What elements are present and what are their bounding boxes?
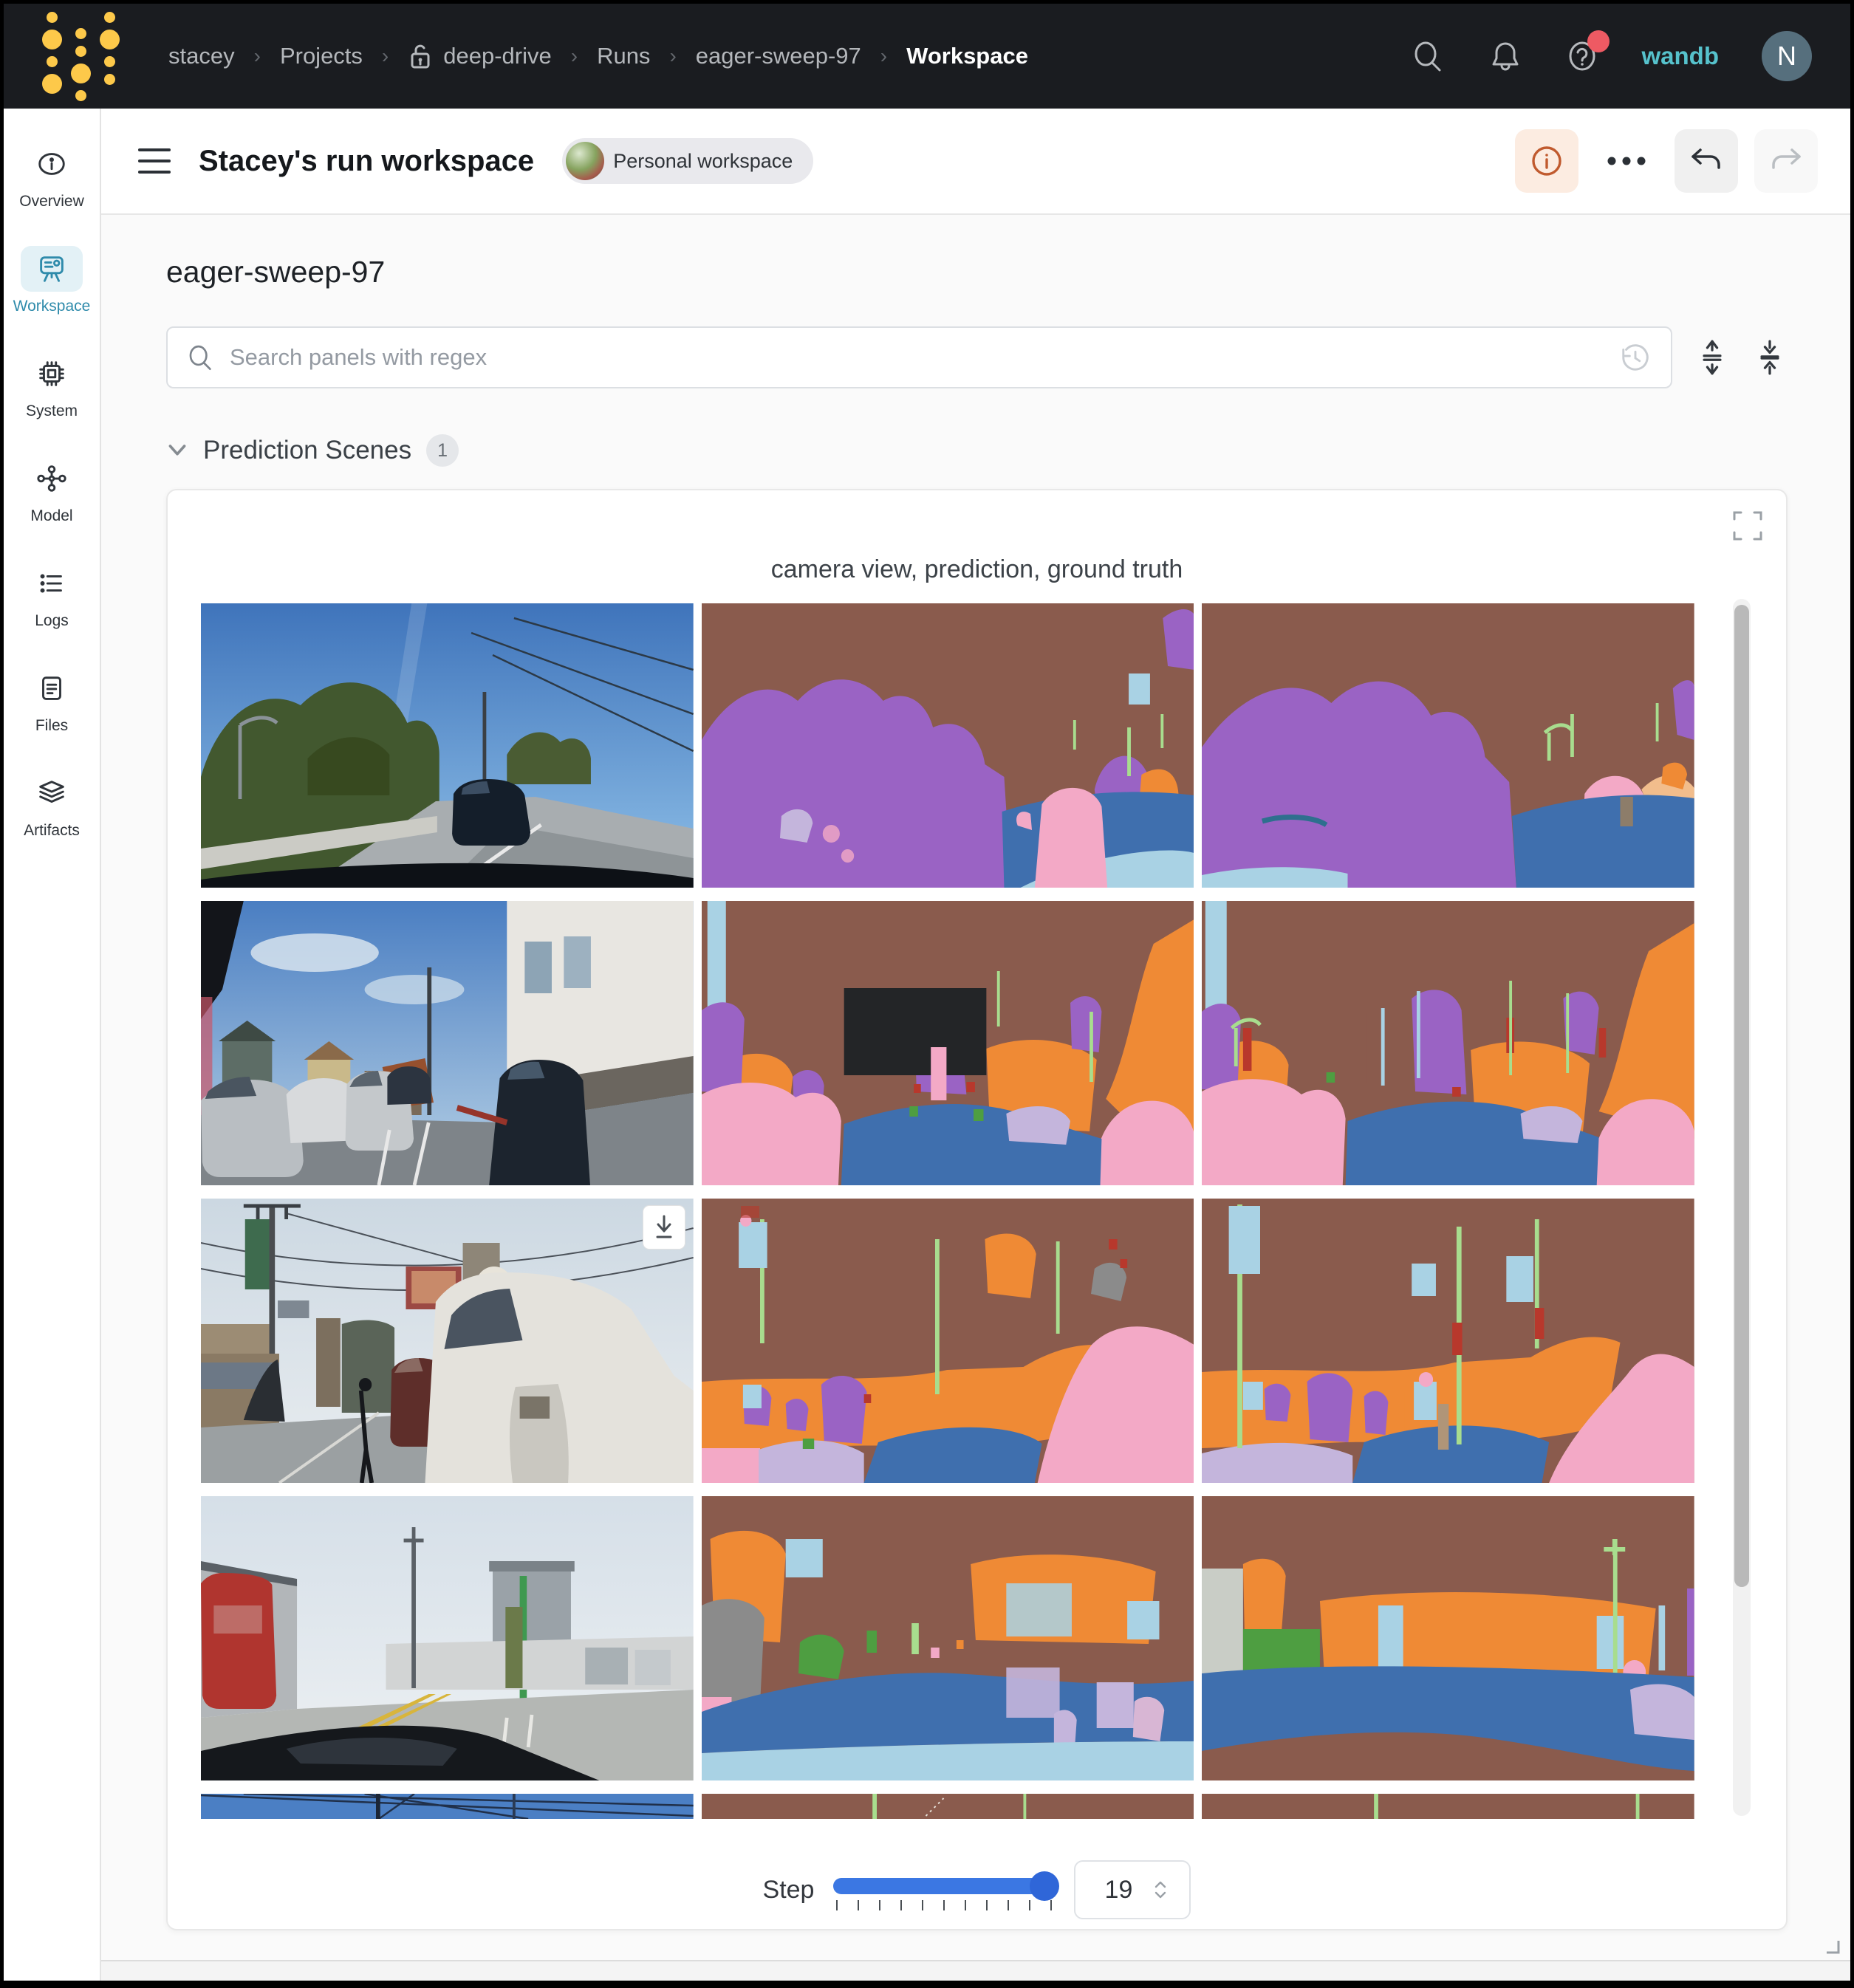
breadcrumb-separator: › xyxy=(669,44,676,68)
run-name-heading: eager-sweep-97 xyxy=(166,255,1788,289)
row3-prediction-image[interactable] xyxy=(702,1199,1194,1483)
sidebar-item-system[interactable]: System xyxy=(21,351,83,420)
panels-menu-icon[interactable] xyxy=(138,148,171,174)
media-panel-title: camera view, prediction, ground truth xyxy=(168,555,1786,584)
step-slider-ticks xyxy=(836,1900,1052,1910)
row4-ground-truth-image[interactable] xyxy=(1202,1496,1694,1780)
logs-icon xyxy=(21,561,83,606)
row5-prediction-image[interactable] xyxy=(702,1794,1194,1819)
undo-button[interactable] xyxy=(1675,129,1738,193)
row3-ground-truth-image[interactable] xyxy=(1202,1199,1694,1483)
sidebar-item-label: Workspace xyxy=(13,298,91,315)
media-scrollbar-thumb[interactable] xyxy=(1734,605,1749,1587)
step-value-input[interactable] xyxy=(1096,1876,1140,1905)
breadcrumb-run[interactable]: eager-sweep-97 xyxy=(696,43,861,69)
notification-dot xyxy=(1587,30,1610,52)
page-resize-handle[interactable] xyxy=(1822,1936,1841,1956)
step-control: Step xyxy=(168,1860,1786,1919)
user-avatar[interactable]: N xyxy=(1762,31,1812,81)
sidebar-item-label: System xyxy=(26,402,78,420)
wandb-team-link[interactable]: wandb xyxy=(1642,42,1720,70)
row4-camera-image[interactable] xyxy=(201,1496,694,1780)
panel-search-box xyxy=(166,326,1672,388)
owner-avatar xyxy=(566,142,604,180)
workspace-content: eager-sweep-97 Prediction Scenes 1 xyxy=(101,215,1850,1960)
panel-search-input[interactable] xyxy=(230,344,1604,371)
overview-icon xyxy=(21,141,83,187)
workspace-header: Stacey's run workspace Personal workspac… xyxy=(101,109,1850,215)
expand-panels-icon[interactable] xyxy=(1694,340,1730,375)
step-slider-thumb[interactable] xyxy=(1030,1871,1059,1901)
workspace-badge-label: Personal workspace xyxy=(613,150,793,173)
media-grid xyxy=(201,603,1694,1819)
media-scrollbar-track[interactable] xyxy=(1733,599,1751,1816)
sidebar-item-label: Model xyxy=(30,507,72,525)
collapse-panels-icon[interactable] xyxy=(1752,340,1788,375)
breadcrumb-workspace[interactable]: Workspace xyxy=(906,43,1028,69)
step-slider[interactable] xyxy=(833,1868,1055,1912)
lock-open-icon xyxy=(408,42,433,70)
panel-count-badge: 1 xyxy=(426,434,459,467)
sidebar-item-artifacts[interactable]: Artifacts xyxy=(21,770,83,840)
step-number-box xyxy=(1074,1860,1191,1919)
files-icon xyxy=(21,665,83,711)
prediction-scenes-panel: camera view, prediction, ground truth xyxy=(166,489,1788,1930)
breadcrumb-runs[interactable]: Runs xyxy=(597,43,650,69)
download-image-icon[interactable] xyxy=(643,1206,685,1249)
section-chevron-icon[interactable] xyxy=(166,442,188,459)
sidebar-item-logs[interactable]: Logs xyxy=(21,561,83,630)
step-label: Step xyxy=(763,1876,815,1905)
search-history-icon[interactable] xyxy=(1619,341,1652,374)
top-navbar: stacey › Projects › deep-drive › Runs › … xyxy=(4,4,1850,109)
navbar-actions: wandb N xyxy=(1412,31,1813,81)
workspace-title: Stacey's run workspace xyxy=(199,145,534,178)
sidebar-item-model[interactable]: Model xyxy=(21,456,83,525)
sidebar-item-label: Files xyxy=(35,717,68,735)
row2-prediction-image[interactable] xyxy=(702,901,1194,1185)
breadcrumb-separator: › xyxy=(880,44,887,68)
row1-camera-image[interactable] xyxy=(201,603,694,888)
workspace-icon xyxy=(21,246,83,292)
breadcrumb-separator: › xyxy=(571,44,578,68)
system-cpu-icon xyxy=(21,351,83,397)
info-button[interactable] xyxy=(1515,129,1578,193)
fullscreen-icon[interactable] xyxy=(1731,510,1764,542)
artifacts-icon xyxy=(21,770,83,816)
footer-strip xyxy=(101,1960,1850,1981)
row1-ground-truth-image[interactable] xyxy=(1202,603,1694,888)
search-icon[interactable] xyxy=(1412,39,1446,73)
row4-prediction-image[interactable] xyxy=(702,1496,1194,1780)
row5-ground-truth-image[interactable] xyxy=(1202,1794,1694,1819)
breadcrumb: stacey › Projects › deep-drive › Runs › … xyxy=(168,42,1028,70)
section-title: Prediction Scenes xyxy=(203,436,411,465)
sidebar-item-label: Overview xyxy=(19,193,84,210)
bell-icon[interactable] xyxy=(1488,39,1522,73)
sidebar-item-label: Artifacts xyxy=(24,822,80,840)
wandb-logo-icon[interactable] xyxy=(42,12,120,101)
breadcrumb-separator: › xyxy=(382,44,389,68)
breadcrumb-project[interactable]: deep-drive xyxy=(443,43,551,69)
breadcrumb-projects[interactable]: Projects xyxy=(280,43,363,69)
row1-prediction-image[interactable] xyxy=(702,603,1194,888)
run-sidebar: Overview Workspace System Model xyxy=(4,109,101,1981)
model-graph-icon xyxy=(21,456,83,501)
redo-button[interactable] xyxy=(1754,129,1818,193)
breadcrumb-separator: › xyxy=(254,44,261,68)
sidebar-item-overview[interactable]: Overview xyxy=(19,141,84,210)
help-icon[interactable] xyxy=(1565,39,1599,73)
step-slider-track[interactable] xyxy=(833,1878,1055,1894)
breadcrumb-entity[interactable]: stacey xyxy=(168,43,235,69)
sidebar-item-files[interactable]: Files xyxy=(21,665,83,735)
step-spinner-icon[interactable] xyxy=(1152,1879,1169,1901)
row2-camera-image[interactable] xyxy=(201,901,694,1185)
row5-camera-image[interactable] xyxy=(201,1794,694,1819)
row3-camera-image[interactable] xyxy=(201,1199,694,1483)
row2-ground-truth-image[interactable] xyxy=(1202,901,1694,1185)
sidebar-item-label: Logs xyxy=(35,612,69,630)
sidebar-item-workspace[interactable]: Workspace xyxy=(13,246,91,315)
app-window: stacey › Projects › deep-drive › Runs › … xyxy=(0,0,1854,1988)
more-options-button[interactable] xyxy=(1595,129,1658,193)
personal-workspace-badge[interactable]: Personal workspace xyxy=(562,138,813,184)
section-prediction-scenes: Prediction Scenes 1 xyxy=(166,434,1788,467)
